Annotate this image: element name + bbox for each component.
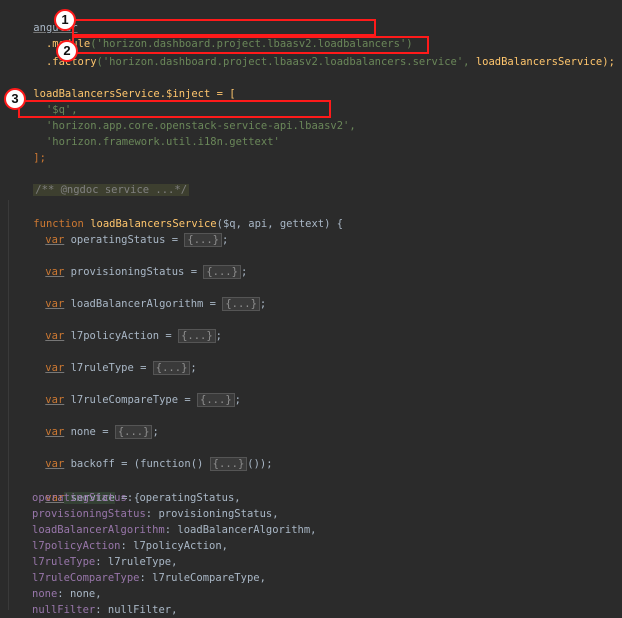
fold-placeholder[interactable]: {...} [203, 265, 241, 279]
prop-key: l7ruleType [32, 556, 96, 568]
code-editor[interactable]: angular .module('horizon.dashboard.proje… [0, 0, 622, 616]
annotation-badge-3: 3 [4, 88, 26, 110]
code-line-close: ]; [8, 134, 46, 164]
code-line-comment[interactable]: /** @ngdoc service ...*/ [8, 166, 190, 196]
var-tail: ; [152, 426, 159, 438]
prop-key: l7ruleCompareType [32, 572, 140, 584]
var-line: var loadBalancerAlgorithm = {...}; [20, 280, 266, 311]
var-line: var l7ruleType = {...}; [20, 344, 197, 375]
service-prop-line: l7policyAction: l7policyAction, [32, 540, 228, 552]
var-name: backoff = (function() [64, 458, 210, 470]
service-prop-line: nullFilter: nullFilter, [32, 604, 178, 616]
var-keyword: var [45, 330, 65, 342]
function-params: ($q, api, gettext) { [216, 218, 344, 230]
prop-value: l7policyAction, [126, 540, 228, 552]
var-keyword: var [45, 394, 65, 406]
var-tail: ()); [247, 458, 273, 470]
service-decl-line: var service = { [20, 474, 140, 504]
fold-placeholder[interactable]: {...} [222, 297, 260, 311]
annotation-badge-2: 2 [56, 40, 78, 62]
prop-key: none [32, 588, 58, 600]
prop-value: l7ruleCompareType, [145, 572, 266, 584]
factory-name-string: ('horizon.dashboard.project.lbaasv2.load… [96, 56, 470, 68]
prop-key: l7policyAction [32, 540, 121, 552]
var-line: var l7policyAction = {...}; [20, 312, 222, 343]
prop-value: none, [63, 588, 102, 600]
var-name: l7ruleCompareType = [64, 394, 198, 406]
var-name: loadBalancerAlgorithm = [64, 298, 223, 310]
var-keyword: var [45, 426, 65, 438]
prop-key: provisioningStatus [32, 508, 146, 520]
var-tail: ; [190, 362, 197, 374]
var-tail: ; [259, 298, 267, 310]
var-keyword: var [45, 458, 65, 470]
service-prop-line: operatingStatus: operatingStatus, [32, 492, 241, 504]
var-line: var none = {...}; [20, 408, 159, 439]
var-line: var backoff = (function() {...} ()); [20, 440, 273, 471]
fold-placeholder[interactable]: {...} [197, 393, 235, 407]
array-close: ]; [33, 152, 46, 164]
prop-key: nullFilter [32, 604, 96, 616]
var-name: l7ruleType = [64, 362, 153, 374]
inject-gettext-string: 'horizon.framework.util.i18n.gettext' [33, 136, 280, 148]
var-tail: ; [234, 394, 241, 406]
annotation-badge-1: 1 [54, 9, 76, 31]
var-line: var l7ruleCompareType = {...}; [20, 376, 241, 407]
var-name: provisioningStatus = [64, 266, 204, 278]
service-prop-line: loadBalancerAlgorithm: loadBalancerAlgor… [32, 524, 317, 536]
code-line-api: 'horizon.app.core.openstack-service-api.… [8, 102, 356, 132]
code-line-function: function loadBalancersService($q, api, g… [8, 200, 343, 230]
var-keyword: var [45, 266, 65, 278]
code-line-gettext: 'horizon.framework.util.i18n.gettext' [8, 118, 280, 148]
var-tail: ; [240, 266, 248, 278]
fold-placeholder[interactable]: {...} [152, 361, 191, 375]
var-keyword: var [45, 234, 65, 246]
var-keyword: var [45, 298, 65, 310]
var-keyword: var [45, 362, 65, 374]
code-line-inject: loadBalancersService.$inject = [ [8, 70, 235, 100]
var-tail: ; [215, 330, 222, 342]
fold-placeholder[interactable]: {...} [114, 425, 153, 439]
fold-placeholder[interactable]: {...} [209, 457, 248, 471]
prop-value: operatingStatus, [133, 492, 241, 504]
folded-doc-comment[interactable]: /** @ngdoc service ...*/ [33, 184, 190, 196]
service-prop-line: l7ruleType: l7ruleType, [32, 556, 178, 568]
code-line-factory: .factory('horizon.dashboard.project.lbaa… [8, 38, 615, 68]
var-line: var provisioningStatus = {...}; [20, 248, 247, 279]
prop-value: provisioningStatus, [152, 508, 279, 520]
var-name: l7policyAction = [64, 330, 179, 342]
prop-value: nullFilter, [101, 604, 178, 616]
var-name: operatingStatus = [64, 234, 185, 246]
indent-guide [8, 200, 9, 610]
var-tail: ; [221, 234, 229, 246]
fold-placeholder[interactable]: {...} [178, 329, 216, 343]
prop-key: loadBalancerAlgorithm [32, 524, 165, 536]
var-line: var operatingStatus = {...}; [20, 216, 228, 247]
service-prop-line: l7ruleCompareType: l7ruleCompareType, [32, 572, 266, 584]
factory-service-ref: loadBalancersService); [469, 56, 615, 68]
prop-value: loadBalancerAlgorithm, [171, 524, 317, 536]
service-prop-line: provisioningStatus: provisioningStatus, [32, 508, 279, 520]
fold-placeholder[interactable]: {...} [184, 233, 222, 247]
var-name: none = [64, 426, 115, 438]
service-prop-line: none: none, [32, 588, 102, 600]
prop-key: operatingStatus [32, 492, 127, 504]
prop-value: l7ruleType, [101, 556, 178, 568]
